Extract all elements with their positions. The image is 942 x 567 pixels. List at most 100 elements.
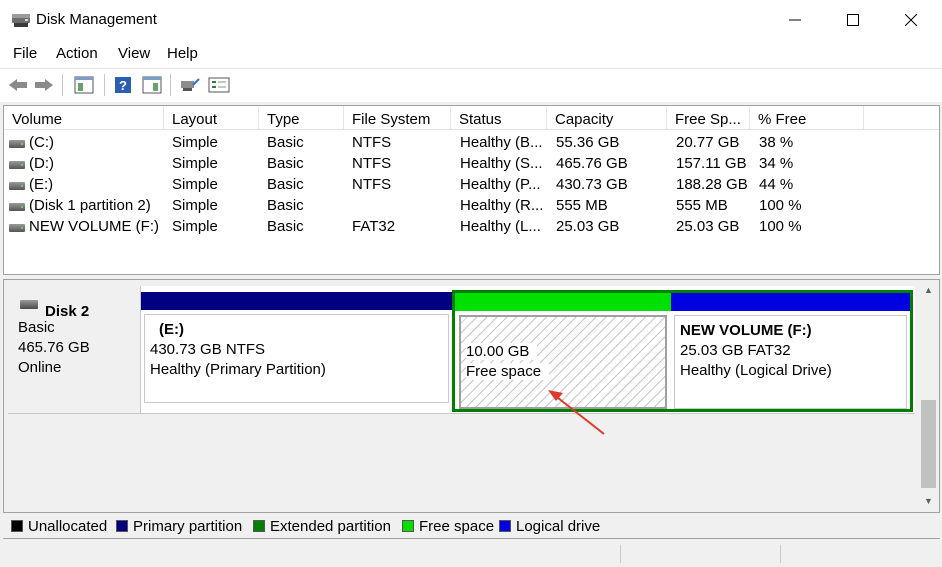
title-bar: Disk Management: [0, 0, 942, 40]
partition-size-fs: 430.73 GB NTFS: [150, 341, 266, 358]
free-space-partition[interactable]: 10.00 GB Free space: [455, 293, 671, 409]
cell-capacity: 430.73 GB: [556, 176, 628, 193]
help-button[interactable]: ?: [111, 74, 135, 96]
free-space-size: 10.00 GB: [466, 343, 538, 360]
vertical-scrollbar[interactable]: ▲ ▼: [918, 280, 939, 512]
status-divider: [620, 545, 621, 563]
drive-icon: [9, 224, 25, 232]
column-type[interactable]: Type: [259, 106, 344, 130]
cell-type: Basic: [267, 155, 304, 172]
cell-file-system: NTFS: [352, 155, 392, 172]
partition-e[interactable]: (E:) 430.73 GB NTFS Healthy (Primary Par…: [141, 292, 452, 406]
column-free-space[interactable]: Free Sp...: [667, 106, 750, 130]
console-tree-button[interactable]: [72, 74, 96, 96]
help-icon: ?: [115, 77, 131, 93]
cell-layout: Simple: [172, 134, 218, 151]
cell-free-space: 20.77 GB: [676, 134, 740, 151]
partition-body: (E:) 430.73 GB NTFS Healthy (Primary Par…: [144, 314, 449, 403]
cell-status: Healthy (B...: [460, 134, 543, 151]
partition-title: [466, 323, 665, 343]
cell-volume: (D:): [29, 155, 54, 172]
cell-volume: (E:): [29, 176, 54, 193]
partition-status: Healthy (Primary Partition): [150, 361, 326, 378]
forward-button[interactable]: [32, 74, 56, 96]
cell-free-space: 555 MB: [676, 197, 728, 214]
table-row[interactable]: (Disk 1 partition 2) Simple Basic Health…: [4, 196, 939, 217]
properties-button[interactable]: [207, 74, 231, 96]
cell-layout: Simple: [172, 218, 218, 235]
menu-help[interactable]: Help: [167, 45, 198, 62]
cell-status: Healthy (S...: [460, 155, 543, 172]
disk-state: Online: [18, 359, 62, 376]
console-tree-icon: [74, 76, 94, 94]
status-divider: [780, 545, 781, 563]
extended-partition-frame: 10.00 GB Free space NEW VOLUME (F:) 25.0…: [452, 290, 913, 412]
cell-percent-free: 44 %: [759, 176, 794, 193]
back-icon: [9, 79, 27, 91]
close-button[interactable]: [882, 0, 940, 40]
back-button[interactable]: [6, 74, 30, 96]
scroll-down-icon[interactable]: ▼: [923, 495, 934, 506]
drive-icon: [9, 140, 25, 148]
menu-action[interactable]: Action: [56, 45, 98, 62]
column-percent-free[interactable]: % Free: [750, 106, 864, 130]
cell-type: Basic: [267, 218, 304, 235]
legend-label: Extended partition: [270, 518, 391, 535]
column-file-system[interactable]: File System: [344, 106, 451, 130]
volume-list-header: Volume Layout Type File System Status Ca…: [4, 106, 939, 130]
legend-label: Primary partition: [133, 518, 243, 535]
cell-percent-free: 34 %: [759, 155, 794, 172]
minimize-button[interactable]: [766, 0, 824, 40]
table-row[interactable]: (C:) Simple Basic NTFS Healthy (B... 55.…: [4, 133, 939, 154]
cell-free-space: 188.28 GB: [676, 176, 748, 193]
partition-status: Healthy (Logical Drive): [680, 362, 832, 379]
cell-capacity: 55.36 GB: [556, 134, 620, 151]
partition-title: (E:): [159, 321, 184, 338]
table-row[interactable]: NEW VOLUME (F:) Simple Basic FAT32 Healt…: [4, 217, 939, 238]
legend-label: Free space: [419, 518, 495, 535]
maximize-button[interactable]: [824, 0, 882, 40]
disk-size: 465.76 GB: [18, 339, 90, 356]
legend: Unallocated Primary partition Extended p…: [3, 513, 940, 539]
cell-status: Healthy (P...: [460, 176, 541, 193]
partition-row: (E:) 430.73 GB NTFS Healthy (Primary Par…: [141, 286, 915, 414]
action-pane-icon: [142, 76, 162, 94]
connect-button[interactable]: [178, 74, 202, 96]
cell-layout: Simple: [172, 155, 218, 172]
cell-volume: NEW VOLUME (F:): [29, 218, 159, 235]
disk-graphical-view: Disk 2 Basic 465.76 GB Online (E:) 430.7…: [3, 279, 940, 513]
column-capacity[interactable]: Capacity: [547, 106, 667, 130]
free-space-bar: [455, 293, 671, 311]
menu-file[interactable]: File: [13, 45, 37, 62]
table-row[interactable]: (E:) Simple Basic NTFS Healthy (P... 430…: [4, 175, 939, 196]
legend-swatch: [499, 520, 511, 532]
volume-list[interactable]: Volume Layout Type File System Status Ca…: [3, 105, 940, 275]
column-volume[interactable]: Volume: [4, 106, 164, 130]
cell-capacity: 555 MB: [556, 197, 608, 214]
cell-layout: Simple: [172, 176, 218, 193]
legend-label: Logical drive: [516, 518, 601, 535]
cell-type: Basic: [267, 134, 304, 151]
menu-view[interactable]: View: [118, 45, 150, 62]
disk-name: Disk 2: [45, 303, 90, 320]
cell-free-space: 157.11 GB: [676, 155, 747, 172]
cell-volume: (C:): [29, 134, 54, 151]
drive-icon: [9, 161, 25, 169]
cell-free-space: 25.03 GB: [676, 218, 740, 235]
partition-f[interactable]: NEW VOLUME (F:) 25.03 GB FAT32 Healthy (…: [671, 293, 910, 409]
cell-volume: (Disk 1 partition 2): [29, 197, 151, 214]
action-pane-button[interactable]: [140, 74, 164, 96]
legend-swatch: [402, 520, 414, 532]
disk-info-panel[interactable]: Disk 2 Basic 465.76 GB Online: [8, 286, 141, 414]
scroll-thumb[interactable]: [921, 400, 936, 488]
legend-swatch: [116, 520, 128, 532]
free-space-status: Free space: [466, 363, 550, 380]
svg-text:?: ?: [119, 78, 127, 93]
scroll-up-icon[interactable]: ▲: [923, 284, 934, 295]
table-row[interactable]: (D:) Simple Basic NTFS Healthy (S... 465…: [4, 154, 939, 175]
menu-bar: File Action View Help: [0, 40, 942, 68]
status-bar: [0, 540, 942, 567]
column-layout[interactable]: Layout: [164, 106, 259, 130]
maximize-icon: [847, 14, 859, 26]
column-status[interactable]: Status: [451, 106, 547, 130]
